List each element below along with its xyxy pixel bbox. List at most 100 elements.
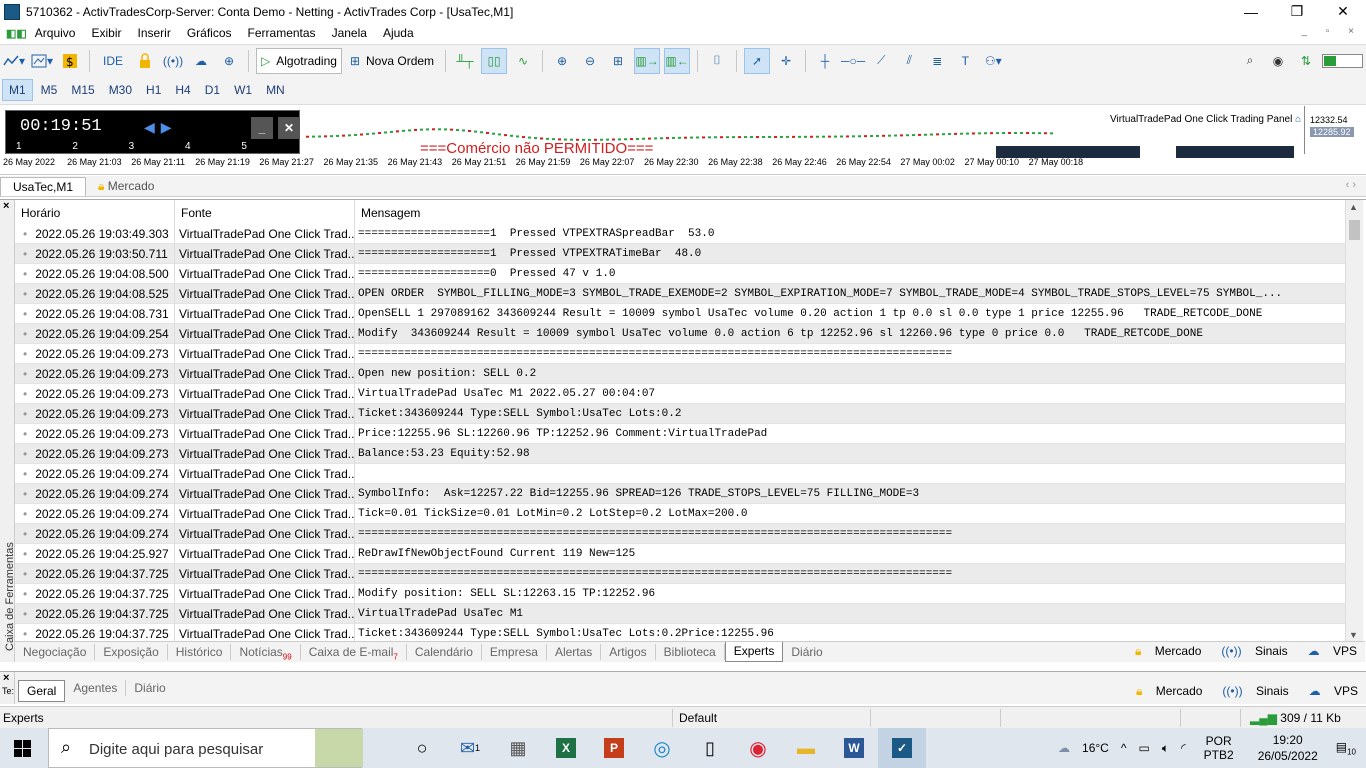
dollar-icon[interactable]: $ (58, 49, 82, 73)
table-row[interactable]: 2022.05.26 19:04:37.725VirtualTradePad O… (15, 584, 1345, 604)
timer-close-button[interactable]: ✕ (278, 117, 300, 139)
tab-diario[interactable]: Diário (783, 644, 830, 660)
status-connection[interactable]: ▂▄▆ 309 / 11 Kb (1250, 711, 1341, 725)
taskbar-clock[interactable]: 19:20 26/05/2022 (1252, 732, 1324, 764)
scroll-down-icon[interactable]: ▼ (1349, 630, 1358, 640)
tf-m1[interactable]: M1 (2, 79, 33, 101)
ide-button[interactable]: IDE (97, 49, 129, 73)
tray-chevron-icon[interactable]: ^ (1121, 741, 1127, 755)
mercado-link[interactable]: 🔒︎ Mercado (1126, 684, 1202, 699)
tab-agentes[interactable]: Agentes (65, 680, 127, 696)
signal-icon[interactable]: ((•)) (161, 49, 185, 73)
text-tool-icon[interactable]: T (953, 49, 977, 73)
tab-alertas[interactable]: Alertas (547, 644, 602, 660)
zoom-out-icon[interactable]: ⊖ (578, 49, 602, 73)
table-row[interactable]: 2022.05.26 19:03:49.303VirtualTradePad O… (15, 224, 1345, 244)
vps-link[interactable]: ☁ VPS (1298, 644, 1357, 659)
maximize-button[interactable]: ❐ (1274, 0, 1320, 23)
sinais-link[interactable]: ((•)) Sinais (1211, 644, 1287, 659)
table-row[interactable]: 2022.05.26 19:04:09.273VirtualTradePad O… (15, 344, 1345, 364)
timer-widget[interactable]: 00:19:51 ◀▶ _ ✕ 1 2 3 4 5 (5, 110, 300, 154)
globe-add-icon[interactable]: ⊕ (217, 49, 241, 73)
candlestick-icon[interactable]: ▯▯ (481, 47, 508, 74)
tester-close-button[interactable]: × (3, 672, 9, 684)
table-row[interactable]: 2022.05.26 19:04:08.500VirtualTradePad O… (15, 264, 1345, 284)
timer-nav-arrows-icon[interactable]: ◀▶ (144, 119, 178, 136)
notification-center-icon[interactable]: ▤10 (1336, 740, 1356, 756)
menu-arquivo[interactable]: Arquivo (27, 26, 84, 40)
edge-icon[interactable]: ◎ (638, 728, 686, 768)
tab-mercado[interactable]: 🔒︎ Mercado (86, 177, 166, 196)
vps-link[interactable]: ☁ VPS (1299, 684, 1358, 699)
tab-usatec-m1[interactable]: UsaTec,M1 (0, 177, 87, 196)
table-row[interactable]: 2022.05.26 19:04:09.273VirtualTradePad O… (15, 364, 1345, 384)
mdi-window-controls[interactable]: _ ▫ × (1301, 26, 1362, 37)
table-row[interactable]: 2022.05.26 19:04:37.725VirtualTradePad O… (15, 624, 1345, 642)
bar-chart-icon[interactable]: ╨┬ (453, 49, 477, 73)
account-icon[interactable]: ◉ (1266, 49, 1290, 73)
zoom-in-icon[interactable]: ⊕ (550, 49, 574, 73)
indicators-icon[interactable]: ▾ (2, 49, 26, 73)
taskbar-search[interactable]: ⌕ Digite aqui para pesquisar (48, 728, 363, 768)
mail-app-icon[interactable]: ✉ 1 (446, 728, 494, 768)
tf-h1[interactable]: H1 (140, 80, 167, 100)
file-icon[interactable]: ▯ (686, 728, 734, 768)
tab-scroll-arrows-icon[interactable]: ‹ › (1346, 179, 1356, 191)
table-row[interactable]: 2022.05.26 19:04:09.274VirtualTradePad O… (15, 464, 1345, 484)
language-indicator[interactable]: POR PTB2 (1198, 734, 1240, 762)
table-row[interactable]: 2022.05.26 19:04:09.273VirtualTradePad O… (15, 424, 1345, 444)
table-row[interactable]: 2022.05.26 19:04:09.273VirtualTradePad O… (15, 404, 1345, 424)
windows-start-icon[interactable] (14, 740, 31, 757)
sinais-link[interactable]: ((•)) Sinais (1212, 684, 1288, 699)
column-header-time[interactable]: Horário (15, 200, 175, 224)
table-row[interactable]: 2022.05.26 19:04:08.731VirtualTradePad O… (15, 304, 1345, 324)
wifi-icon[interactable]: ◜ (1181, 741, 1186, 755)
grid-icon[interactable]: ⊞ (606, 49, 630, 73)
signal-strength-icon[interactable]: ⇅ (1294, 49, 1318, 73)
weather-icon[interactable]: ☁ (1058, 741, 1070, 755)
tab-geral[interactable]: Geral (18, 680, 66, 702)
tf-mn[interactable]: MN (260, 80, 291, 100)
mercado-link[interactable]: 🔒︎ Mercado (1125, 644, 1201, 659)
minimize-button[interactable]: — (1228, 0, 1274, 23)
weather-temp[interactable]: 16°C (1082, 741, 1109, 755)
toolbox-close-button[interactable]: × (3, 200, 9, 212)
column-header-source[interactable]: Fonte (175, 200, 355, 224)
cloud-icon[interactable]: ☁ (189, 49, 213, 73)
table-row[interactable]: 2022.05.26 19:04:09.274VirtualTradePad O… (15, 484, 1345, 504)
line-chart-icon[interactable]: ∿ (511, 49, 535, 73)
tab-exposicao[interactable]: Exposição (95, 644, 168, 660)
channel-icon[interactable]: ⫽ (897, 49, 921, 73)
crosshair-icon[interactable]: ✛ (774, 49, 798, 73)
menu-ajuda[interactable]: Ajuda (375, 26, 422, 40)
auto-scroll-icon[interactable]: ▥→ (634, 47, 661, 74)
scrollbar-thumb[interactable] (1349, 220, 1360, 240)
tab-negociacao[interactable]: Negociação (15, 644, 96, 660)
tab-biblioteca[interactable]: Biblioteca (656, 644, 725, 660)
metatrader-icon[interactable]: ✓ (878, 728, 926, 768)
search-icon[interactable]: ⌕ (1238, 49, 1262, 73)
excel-icon[interactable]: X (542, 728, 590, 768)
menu-ferramentas[interactable]: Ferramentas (240, 26, 324, 40)
battery-tray-icon[interactable]: ▭ (1138, 741, 1149, 755)
tf-w1[interactable]: W1 (228, 80, 258, 100)
table-row[interactable]: 2022.05.26 19:04:37.725VirtualTradePad O… (15, 564, 1345, 584)
screenshot-icon[interactable]: ⌷ (705, 49, 729, 73)
chart-shift-icon[interactable]: ▥← (664, 47, 691, 74)
tab-historico[interactable]: Histórico (168, 644, 232, 660)
menu-exibir[interactable]: Exibir (83, 26, 129, 40)
table-row[interactable]: 2022.05.26 19:04:09.254VirtualTradePad O… (15, 324, 1345, 344)
chart-template-icon[interactable]: ▾ (30, 49, 54, 73)
close-button[interactable]: ✕ (1320, 0, 1366, 23)
tab-experts[interactable]: Experts (724, 642, 784, 662)
horizontal-line-icon[interactable]: ─○─ (841, 49, 865, 73)
table-row[interactable]: 2022.05.26 19:04:25.927VirtualTradePad O… (15, 544, 1345, 564)
tab-diario-tester[interactable]: Diário (126, 680, 173, 696)
tab-calendario[interactable]: Calendário (407, 644, 482, 660)
file-explorer-icon[interactable]: ▬ (782, 728, 830, 768)
table-row[interactable]: 2022.05.26 19:04:09.274VirtualTradePad O… (15, 504, 1345, 524)
calculator-icon[interactable]: ▦ (494, 728, 542, 768)
tf-d1[interactable]: D1 (199, 80, 226, 100)
chrome-icon[interactable]: ◉ (734, 728, 782, 768)
tab-noticias[interactable]: Notícias99 (231, 644, 301, 661)
